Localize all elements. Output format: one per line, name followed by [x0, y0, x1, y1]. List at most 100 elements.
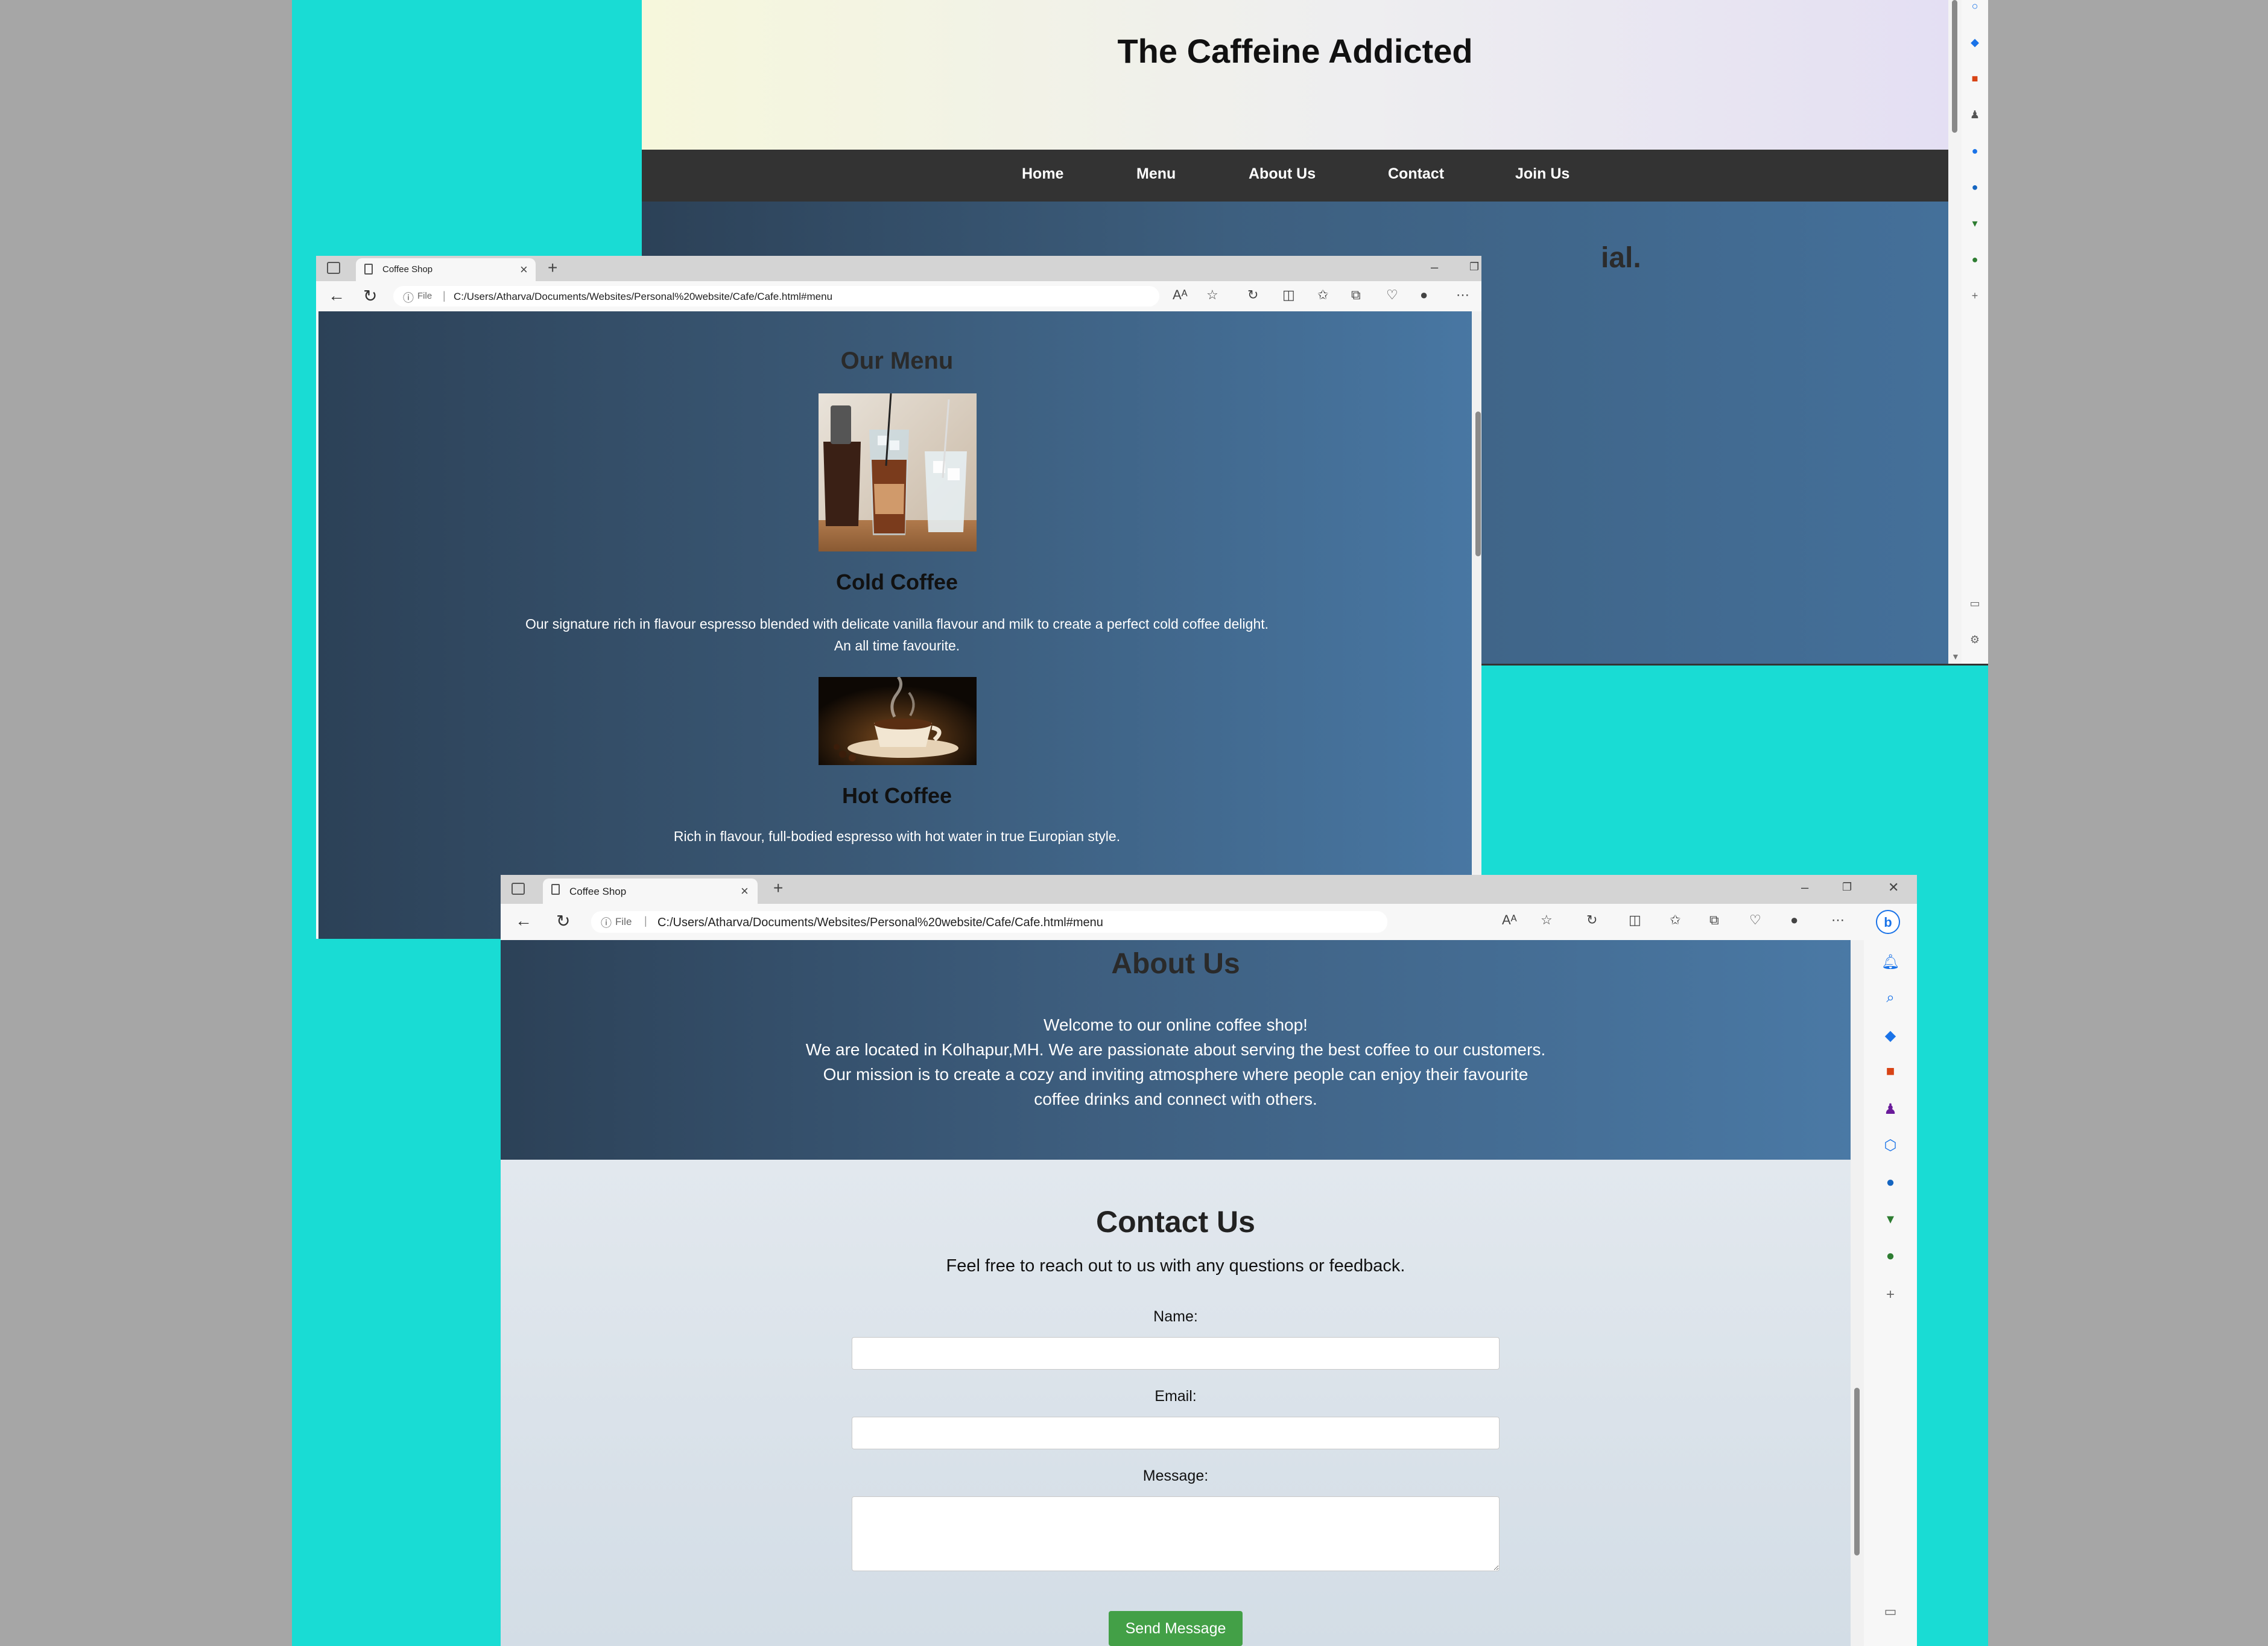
split-screen-icon[interactable]: ▭	[1962, 597, 1988, 610]
more-icon[interactable]: ⋯	[1456, 287, 1469, 303]
office-icon[interactable]: ●	[1962, 145, 1988, 157]
office-icon[interactable]: ⬡	[1864, 1137, 1917, 1154]
address-url[interactable]: C:/Users/Atharva/Documents/Websites/Pers…	[454, 291, 832, 303]
browser-essentials-icon[interactable]: ↻	[1247, 287, 1258, 303]
scroll-down-icon[interactable]: ▼	[1951, 652, 1960, 661]
edge-sidebar: 🔔︎ ⌕ ◆ ■ ♟ ⬡ ● ▾ ● + ▭	[1864, 940, 1917, 1646]
scrollbar-thumb[interactable]	[1475, 412, 1481, 556]
address-url[interactable]: C:/Users/Atharva/Documents/Websites/Pers…	[657, 916, 1103, 930]
outlook-icon[interactable]: ●	[1962, 181, 1988, 194]
scrollbar[interactable]	[1851, 940, 1864, 1646]
contact-subtitle: Feel free to reach out to us with any qu…	[946, 1256, 1405, 1276]
search-icon[interactable]: ⌕	[1864, 990, 1917, 1006]
nav-about[interactable]: About Us	[1249, 165, 1316, 183]
more-icon[interactable]: ⋯	[1831, 912, 1845, 928]
outlook-icon[interactable]: ●	[1864, 1174, 1917, 1191]
scrollbar-thumb[interactable]	[1952, 0, 1957, 133]
new-tab-icon[interactable]: +	[773, 879, 783, 898]
toolbox-icon[interactable]: ■	[1962, 72, 1988, 85]
close-tab-icon[interactable]: ×	[520, 262, 528, 278]
shopping-icon[interactable]: ▾	[1962, 217, 1988, 230]
collections-icon[interactable]: ⧉	[1709, 912, 1719, 928]
tree-icon[interactable]: ●	[1864, 1248, 1917, 1265]
tab-actions-icon[interactable]	[512, 883, 525, 895]
tab-coffee-shop[interactable]: Coffee Shop ×	[543, 879, 758, 904]
add-icon[interactable]: +	[1962, 290, 1988, 302]
info-icon[interactable]: ⓘ	[601, 915, 612, 930]
tab-bar: Coffee Shop × + – ❐ ✕	[501, 875, 1917, 904]
extensions-icon[interactable]: ♡	[1749, 912, 1761, 928]
file-label: File	[417, 291, 432, 301]
tab-bar: Coffee Shop × + – ❐ ✕	[316, 256, 1481, 281]
minimize-icon[interactable]: –	[1801, 880, 1808, 895]
name-field[interactable]	[852, 1337, 1500, 1370]
tab-label: Coffee Shop	[382, 264, 433, 275]
settings-icon[interactable]: ⚙	[1962, 634, 1988, 646]
about-title: About Us	[1111, 948, 1240, 980]
close-window-icon[interactable]: ✕	[1888, 880, 1899, 895]
hot-coffee-image	[819, 677, 977, 765]
tab-coffee-shop[interactable]: Coffee Shop ×	[356, 258, 536, 281]
send-message-button[interactable]: Send Message	[1109, 1611, 1243, 1646]
scrollbar[interactable]: ▼	[1948, 0, 1962, 664]
collections-icon[interactable]: ⧉	[1351, 287, 1361, 303]
profile-icon[interactable]: ●	[1420, 287, 1428, 303]
email-label: Email:	[1155, 1388, 1197, 1405]
read-aloud-icon[interactable]: Aᴬ	[1173, 287, 1188, 303]
read-aloud-icon[interactable]: Aᴬ	[1502, 912, 1517, 928]
restore-icon[interactable]: ❐	[1842, 881, 1852, 894]
description-line: An all time favourite.	[834, 638, 960, 653]
address-separator: |	[443, 290, 446, 302]
add-icon[interactable]: +	[1864, 1286, 1917, 1303]
back-icon[interactable]: ←	[328, 286, 345, 305]
site-nav: Home Menu About Us Contact Join Us	[642, 150, 1948, 202]
copilot-icon[interactable]: b	[1876, 910, 1900, 934]
nav-menu[interactable]: Menu	[1136, 165, 1176, 183]
scrollbar[interactable]	[1472, 311, 1481, 939]
site-title: The Caffeine Addicted	[1117, 32, 1473, 70]
about-text: Welcome to our online coffee shop! We ar…	[802, 1012, 1549, 1111]
browser-toolbar: ← ↻ ⓘ File | C:/Users/Atharva/Documents/…	[316, 281, 1481, 311]
minimize-icon[interactable]: –	[1431, 259, 1438, 275]
nav-home[interactable]: Home	[1022, 165, 1063, 183]
page-icon	[364, 264, 373, 275]
search-icon[interactable]: ○	[1962, 0, 1988, 13]
extensions-icon[interactable]: ♡	[1386, 287, 1398, 303]
back-icon[interactable]: ←	[515, 911, 532, 930]
tag-icon[interactable]: ◆	[1962, 36, 1988, 49]
favorites-icon[interactable]: ✩	[1670, 912, 1680, 928]
split-screen-icon[interactable]: ◫	[1282, 287, 1295, 303]
address-bar[interactable]: ⓘ File | C:/Users/Atharva/Documents/Webs…	[393, 286, 1159, 307]
tag-icon[interactable]: ◆	[1864, 1027, 1917, 1044]
nav-join[interactable]: Join Us	[1515, 165, 1570, 183]
address-bar[interactable]: ⓘ File | C:/Users/Atharva/Documents/Webs…	[591, 911, 1387, 933]
browser-essentials-icon[interactable]: ↻	[1586, 912, 1597, 928]
nav-contact[interactable]: Contact	[1388, 165, 1444, 183]
close-tab-icon[interactable]: ×	[741, 883, 749, 899]
page-icon	[551, 884, 560, 895]
restore-icon[interactable]: ❐	[1469, 261, 1479, 273]
cold-coffee-image	[819, 393, 977, 551]
info-icon[interactable]: ⓘ	[403, 290, 414, 305]
split-screen-icon[interactable]: ▭	[1864, 1604, 1917, 1619]
split-screen-icon[interactable]: ◫	[1629, 912, 1641, 928]
refresh-icon[interactable]: ↻	[363, 286, 377, 306]
bell-icon[interactable]: 🔔︎	[1864, 953, 1917, 971]
message-field[interactable]	[852, 1496, 1500, 1571]
tree-icon[interactable]: ●	[1962, 253, 1988, 266]
favorites-icon[interactable]: ✩	[1317, 287, 1328, 303]
games-icon[interactable]: ♟	[1864, 1101, 1917, 1118]
name-label: Name:	[1153, 1308, 1198, 1325]
shopping-icon[interactable]: ▾	[1864, 1210, 1917, 1228]
profile-icon[interactable]: ●	[1790, 912, 1798, 928]
hero-text: ial.	[1601, 242, 1641, 274]
new-tab-icon[interactable]: +	[548, 258, 557, 278]
refresh-icon[interactable]: ↻	[556, 911, 570, 931]
toolbox-icon[interactable]: ■	[1864, 1063, 1917, 1080]
tab-actions-icon[interactable]	[327, 262, 340, 274]
scrollbar-thumb[interactable]	[1854, 1388, 1860, 1555]
games-icon[interactable]: ♟	[1962, 109, 1988, 121]
favorite-star-icon[interactable]: ☆	[1206, 287, 1218, 303]
email-field[interactable]	[852, 1417, 1500, 1449]
favorite-star-icon[interactable]: ☆	[1541, 912, 1553, 928]
